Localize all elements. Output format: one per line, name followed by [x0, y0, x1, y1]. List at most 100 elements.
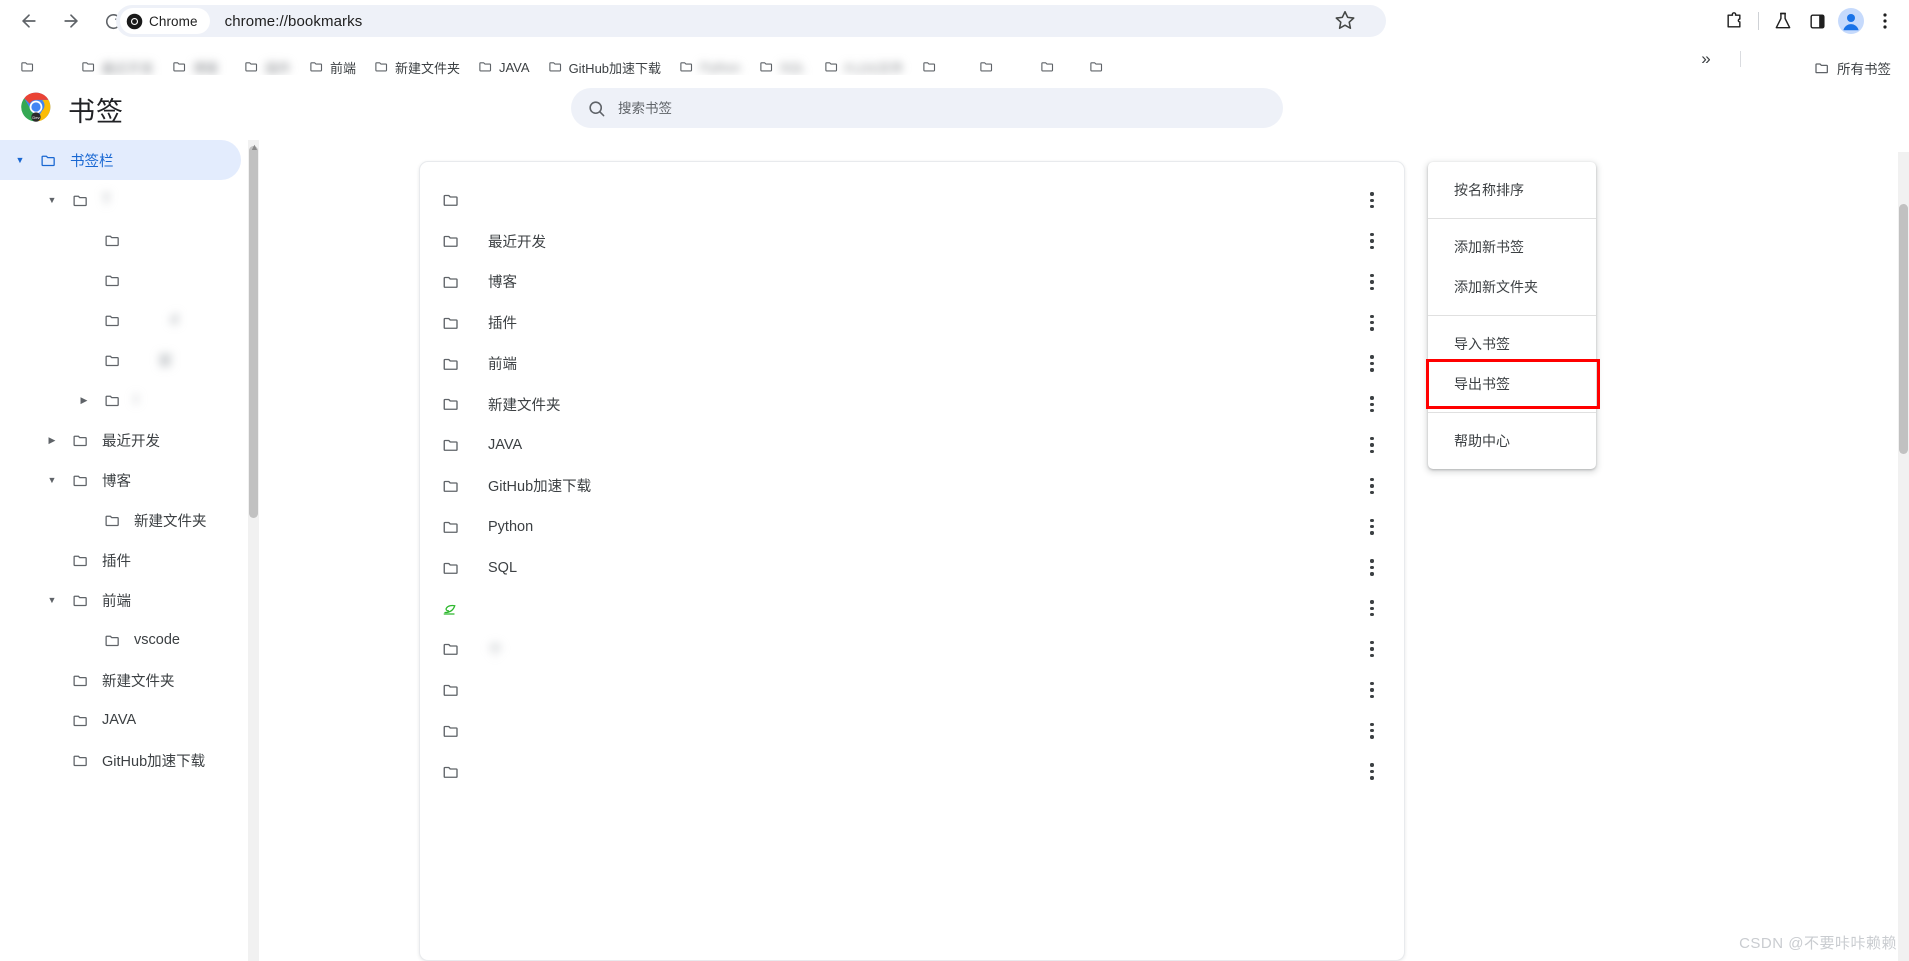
omnibox[interactable]: Chrome chrome://bookmarks	[116, 5, 1386, 37]
bookmark-bar-item[interactable]	[12, 46, 71, 72]
folder-icon	[73, 475, 87, 486]
bookmark-list-row[interactable]: 前端	[420, 343, 1404, 384]
menu-item[interactable]: 添加新文件夹	[1428, 267, 1596, 307]
bookmark-list-row[interactable]: 个	[420, 629, 1404, 670]
chevron-down-icon[interactable]: ▼	[44, 192, 60, 208]
row-overflow-menu-button[interactable]	[1362, 720, 1382, 742]
bookmark-bar-item[interactable]	[1081, 46, 1143, 72]
bookmark-bar-item[interactable]: FLDS文件	[816, 46, 912, 75]
sidebar-scrollbar[interactable]: ▲	[248, 140, 259, 961]
chevron-down-icon[interactable]: ▼	[12, 152, 28, 168]
folder-icon	[41, 155, 55, 166]
bookmark-bar-item[interactable]: GitHub加速下载	[540, 46, 669, 75]
row-overflow-menu-button[interactable]	[1362, 516, 1382, 538]
sidebar-tree-item[interactable]: ▼ 前端	[0, 580, 252, 620]
search-input[interactable]	[618, 100, 1267, 116]
bookmark-list-row[interactable]	[420, 751, 1404, 792]
bookmark-list-row[interactable]	[420, 670, 1404, 711]
bookmarks-overflow-button[interactable]: »	[1693, 46, 1719, 72]
bookmark-list-row[interactable]: Python	[420, 506, 1404, 547]
sidebar-scrollbar-thumb[interactable]: ▲	[249, 143, 259, 518]
sidebar-tree-item[interactable]: ▼ 家	[0, 340, 252, 380]
row-overflow-menu-button[interactable]	[1362, 434, 1382, 456]
row-overflow-menu-button[interactable]	[1362, 557, 1382, 579]
bookmark-bar-item[interactable]: 博客	[164, 46, 234, 75]
row-overflow-menu-button[interactable]	[1362, 597, 1382, 619]
bookmark-bar-item[interactable]	[1032, 46, 1080, 72]
page-scrollbar[interactable]	[1898, 152, 1909, 961]
chrome-chip[interactable]: Chrome	[120, 8, 210, 34]
menu-item[interactable]: 按名称排序	[1428, 170, 1596, 210]
bookmark-list-row-label	[488, 192, 504, 208]
row-overflow-menu-button[interactable]	[1362, 353, 1382, 375]
scroll-up-arrow-icon[interactable]: ▲	[250, 143, 259, 152]
bookmark-list-row[interactable]: SQL	[420, 547, 1404, 588]
bookmark-list-row[interactable]: GitHub加速下载	[420, 466, 1404, 507]
menu-item[interactable]: 添加新书签	[1428, 227, 1596, 267]
sidebar-tree-item[interactable]: ▼ 书签栏	[0, 140, 241, 180]
search-bookmarks-field[interactable]	[571, 88, 1283, 128]
chevron-right-icon[interactable]: ▶	[76, 392, 92, 408]
row-overflow-menu-button[interactable]	[1362, 230, 1382, 252]
bookmark-bar-item[interactable]: 前端	[301, 46, 364, 75]
sidebar-tree-item[interactable]: ▼新建文件夹	[0, 660, 252, 700]
folder-icon	[443, 684, 458, 696]
sidebar-tree-item[interactable]: ▼GitHub加速下载	[0, 740, 252, 780]
sidebar-tree-item[interactable]: ▶ I	[0, 380, 252, 420]
row-overflow-menu-button[interactable]	[1362, 393, 1382, 415]
sidebar-tree-item[interactable]: ▼JAVA	[0, 700, 252, 740]
menu-item[interactable]: 导入书签	[1428, 324, 1596, 364]
bookmark-list-row[interactable]	[420, 710, 1404, 751]
side-panel-button[interactable]	[1801, 5, 1833, 37]
forward-button[interactable]	[54, 4, 88, 38]
sidebar-tree-item[interactable]: ▼	[0, 220, 252, 260]
bookmark-bar-item[interactable]	[971, 46, 1030, 72]
menu-item[interactable]: 导出书签	[1426, 359, 1600, 409]
row-overflow-menu-button[interactable]	[1362, 312, 1382, 334]
folder-icon	[443, 766, 458, 778]
sidebar-tree-item[interactable]: ▶ 最近开发	[0, 420, 252, 460]
row-overflow-menu-button[interactable]	[1362, 475, 1382, 497]
chevron-right-icon[interactable]: ▶	[44, 432, 60, 448]
chevron-down-icon[interactable]: ▼	[44, 592, 60, 608]
bookmark-bar-item[interactable]	[914, 46, 969, 72]
row-overflow-menu-button[interactable]	[1362, 761, 1382, 783]
menu-item[interactable]: 帮助中心	[1428, 421, 1596, 461]
bookmark-star-icon[interactable]	[1334, 9, 1360, 35]
bookmark-bar-item-label: Python	[700, 60, 741, 75]
bookmark-bar-item[interactable]: JAVA	[470, 46, 538, 75]
bookmark-list-row[interactable]: 新建文件夹	[420, 384, 1404, 425]
bookmark-bar-item[interactable]: 新建文件夹	[366, 46, 468, 75]
bookmark-bar-item[interactable]: Python	[671, 46, 748, 75]
bookmark-bar-item[interactable]: 最近开发	[73, 46, 162, 75]
bookmark-bar-item[interactable]: SQL	[751, 46, 814, 75]
bookmark-list-row[interactable]: 博客	[420, 262, 1404, 303]
sidebar-tree-item[interactable]: ▼ T	[0, 180, 252, 220]
sidebar-tree-item-label: d	[134, 312, 179, 328]
chrome-menu-button[interactable]	[1869, 5, 1901, 37]
sidebar-tree-item[interactable]: ▼	[0, 260, 252, 300]
page-scrollbar-thumb[interactable]	[1899, 204, 1908, 454]
bookmark-list-row[interactable]: JAVA	[420, 425, 1404, 466]
all-bookmarks-button[interactable]: 所有书签	[1806, 46, 1899, 75]
chevron-down-icon[interactable]: ▼	[44, 472, 60, 488]
row-overflow-menu-button[interactable]	[1362, 679, 1382, 701]
bookmark-list-row-label	[488, 764, 512, 780]
profile-button[interactable]	[1835, 5, 1867, 37]
bookmark-list-row[interactable]	[420, 588, 1404, 629]
sidebar-tree-item[interactable]: ▼ 博客	[0, 460, 252, 500]
sidebar-tree-item[interactable]: ▼vscode	[0, 620, 252, 660]
back-button[interactable]	[12, 4, 46, 38]
sidebar-tree-item[interactable]: ▼插件	[0, 540, 252, 580]
row-overflow-menu-button[interactable]	[1362, 189, 1382, 211]
bookmark-list-row[interactable]: 插件	[420, 302, 1404, 343]
extensions-button[interactable]	[1718, 5, 1750, 37]
bookmark-bar-item[interactable]: 插件	[236, 46, 299, 75]
sidebar-tree-item[interactable]: ▼ d	[0, 300, 252, 340]
row-overflow-menu-button[interactable]	[1362, 638, 1382, 660]
row-overflow-menu-button[interactable]	[1362, 271, 1382, 293]
sidebar-tree-item[interactable]: ▼新建文件夹	[0, 500, 252, 540]
labs-button[interactable]	[1767, 5, 1799, 37]
bookmark-list-row[interactable]: 最近开发	[420, 221, 1404, 262]
bookmark-list-row[interactable]	[420, 180, 1404, 221]
